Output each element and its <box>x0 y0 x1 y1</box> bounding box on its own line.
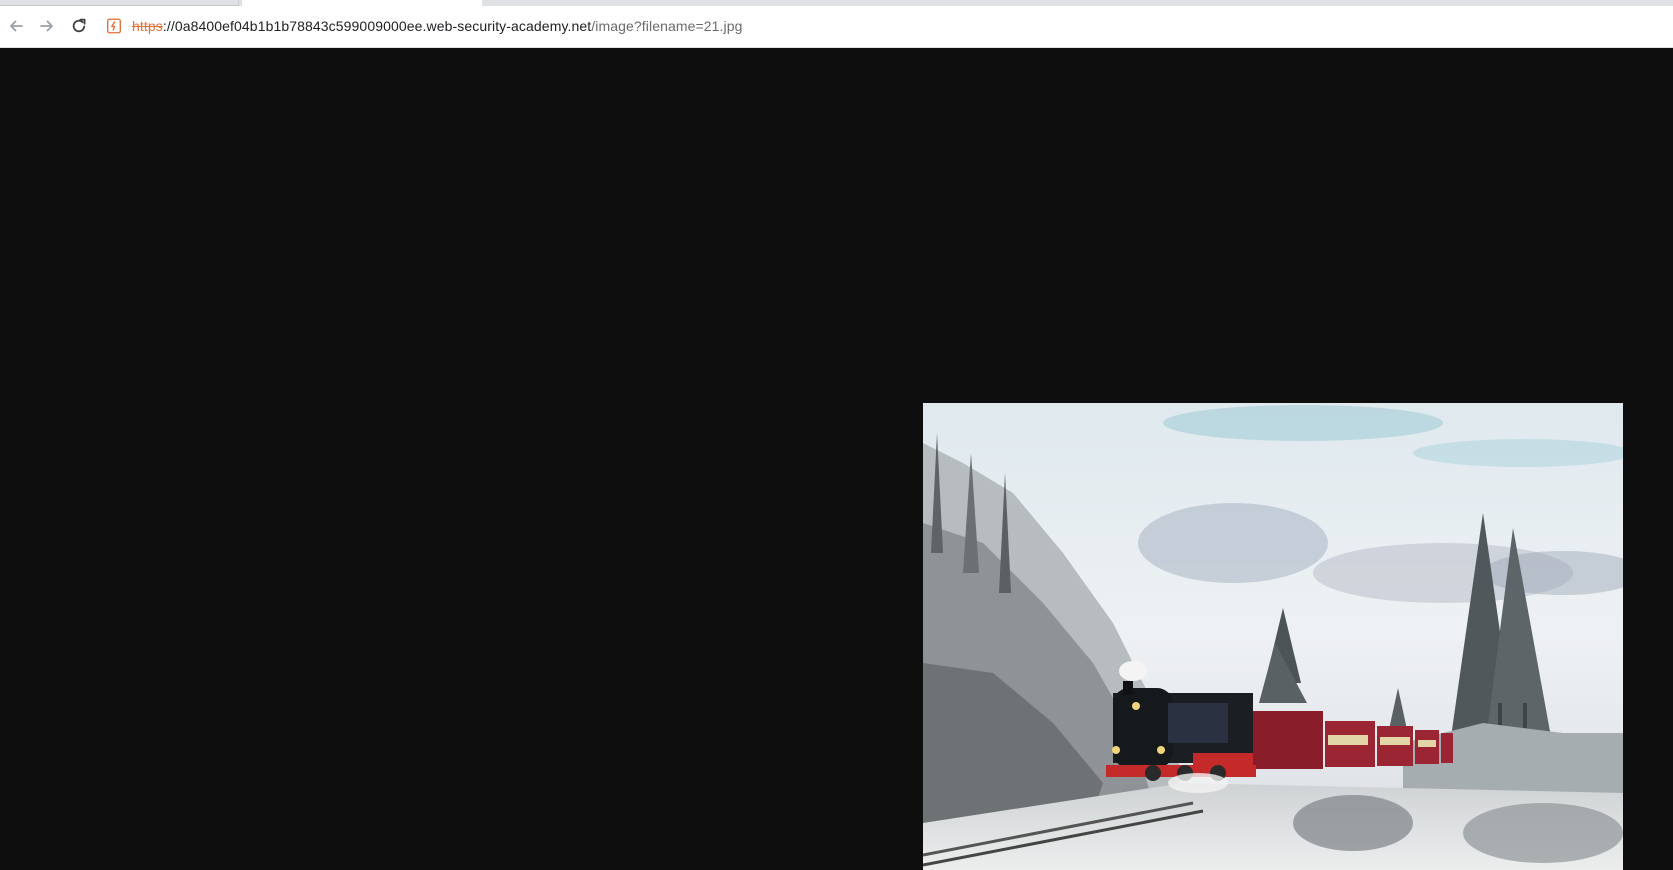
url-scheme: https <box>132 18 163 34</box>
reload-icon <box>72 18 86 33</box>
url-text[interactable]: https://0a8400ef04b1b1b78843c599009000ee… <box>132 18 743 34</box>
arrow-left-icon <box>10 20 23 32</box>
address-bar[interactable]: https://0a8400ef04b1b1b78843c599009000ee… <box>104 12 1664 40</box>
url-host: 0a8400ef04b1b1b78843c599009000ee.web-sec… <box>174 18 592 34</box>
not-secure-icon[interactable] <box>104 16 124 36</box>
browser-toolbar: https://0a8400ef04b1b1b78843c599009000ee… <box>0 6 1673 48</box>
forward-button[interactable] <box>34 13 60 39</box>
arrow-right-icon <box>40 20 53 32</box>
reload-button[interactable] <box>66 13 92 39</box>
url-path: /image?filename=21.jpg <box>591 18 743 34</box>
steam-train-image[interactable] <box>923 403 1623 870</box>
page-viewport <box>0 48 1673 870</box>
back-button[interactable] <box>3 13 29 39</box>
url-separator: :// <box>162 18 175 34</box>
